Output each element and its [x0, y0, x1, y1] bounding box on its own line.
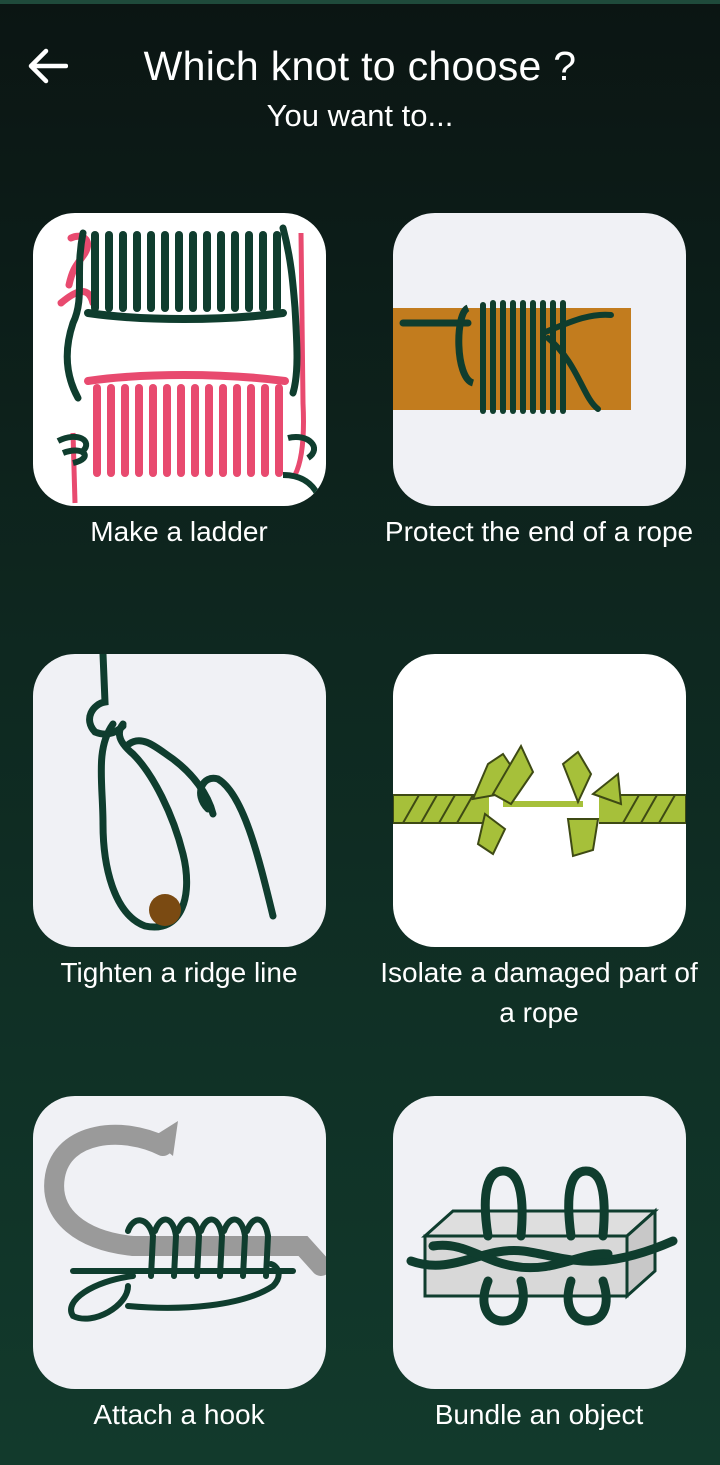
option-image	[393, 654, 686, 947]
option-image	[393, 213, 686, 506]
option-image	[33, 1096, 326, 1389]
option-label: Isolate a damaged part of a rope	[380, 957, 698, 1028]
option-image	[393, 1096, 686, 1389]
fishing-hook-knot-icon	[44, 1121, 326, 1322]
damaged-rope-icon	[393, 743, 686, 858]
option-label: Attach a hook	[93, 1399, 265, 1430]
option-image	[33, 654, 326, 947]
page-title: Which knot to choose ?	[143, 43, 577, 89]
option-bundle-an-object[interactable]: Bundle an object	[393, 1096, 686, 1435]
option-make-a-ladder[interactable]: Make a ladder	[33, 213, 326, 552]
ridge-line-knot-icon	[86, 654, 277, 931]
option-isolate-damaged-rope[interactable]: Isolate a damaged part of a rope	[380, 654, 698, 1033]
option-label: Bundle an object	[434, 1399, 644, 1430]
option-protect-end-of-rope[interactable]: Protect the end of a rope	[385, 213, 693, 552]
page-subtitle: You want to...	[266, 98, 454, 133]
option-attach-a-hook[interactable]: Attach a hook	[33, 1096, 326, 1435]
bundle-knot-icon	[406, 1166, 678, 1326]
option-label: Protect the end of a rope	[384, 516, 694, 547]
option-tighten-ridge-line[interactable]: Tighten a ridge line	[33, 654, 326, 993]
option-label: Make a ladder	[90, 516, 268, 547]
whipping-knot-icon	[393, 300, 631, 414]
option-label: Tighten a ridge line	[60, 957, 298, 988]
option-image	[33, 213, 326, 506]
ladder-knot-icon	[56, 224, 321, 504]
header: Which knot to choose ? You want to...	[0, 0, 720, 180]
